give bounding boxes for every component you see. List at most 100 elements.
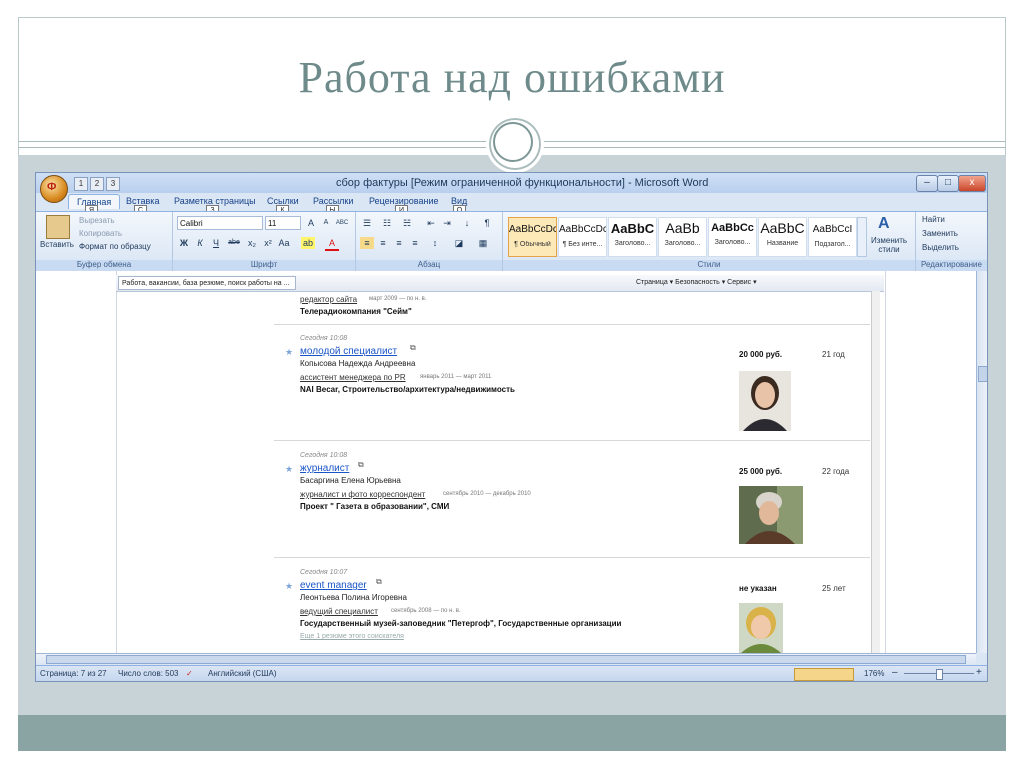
quick-access-redo[interactable]: 3 xyxy=(106,177,120,191)
zoom-level[interactable]: 176% xyxy=(864,669,884,678)
entry-separator xyxy=(274,324,870,325)
entry-dates: сентябрь 2008 — по н. в. xyxy=(391,608,461,614)
zoom-out-button[interactable]: – xyxy=(892,667,898,678)
photo-image xyxy=(739,371,791,431)
style-heading-2[interactable]: AaBb Заголово... xyxy=(658,217,707,257)
align-right-icon[interactable]: ≡ xyxy=(392,237,406,249)
office-keytip: Ф xyxy=(47,181,57,193)
replace-button[interactable]: Заменить xyxy=(922,229,958,238)
italic-icon[interactable]: К xyxy=(193,237,207,249)
external-link-icon[interactable]: ⧉ xyxy=(376,577,382,587)
shrink-font-icon[interactable]: A xyxy=(319,217,333,229)
borders-icon[interactable]: ▦ xyxy=(476,237,490,249)
page-count[interactable]: Страница: 7 из 27 xyxy=(40,669,107,678)
scroll-thumb[interactable] xyxy=(978,366,987,382)
shading-icon[interactable]: ◪ xyxy=(452,237,466,249)
entry-title-link[interactable]: event manager xyxy=(300,580,367,591)
applicant-photo[interactable] xyxy=(739,603,783,653)
style-heading-1[interactable]: AaBbC Заголово... xyxy=(608,217,657,257)
style-subtitle[interactable]: AaBbCcI Подзагол... xyxy=(808,217,857,257)
bold-icon[interactable]: Ж xyxy=(177,237,191,249)
style-title[interactable]: AaBbC Название xyxy=(758,217,807,257)
style-no-spacing[interactable]: AaBbCcDc ¶ Без инте... xyxy=(558,217,607,257)
multilevel-list-icon[interactable]: ☵ xyxy=(400,217,414,229)
grow-font-icon[interactable]: A xyxy=(304,217,318,229)
language-indicator[interactable]: Английский (США) xyxy=(208,669,277,678)
change-styles-button[interactable]: Изменить стили xyxy=(867,236,911,254)
applicant-photo[interactable] xyxy=(739,486,803,544)
style-name: Название xyxy=(766,240,799,247)
increase-indent-icon[interactable]: ⇥ xyxy=(440,217,454,229)
word-count[interactable]: Число слов: 503 xyxy=(118,669,178,678)
resume-entry: Сегодня 10:08 ★ молодой специалист ⧉ Коп… xyxy=(36,335,976,445)
browser-tools[interactable]: Страница ▾ Безопасность ▾ Сервис ▾ xyxy=(636,278,757,286)
star-icon[interactable]: ★ xyxy=(285,464,293,475)
entry-position: ассистент менеджера по PR xyxy=(300,373,406,382)
align-left-icon[interactable]: ≡ xyxy=(360,237,374,249)
maximize-button[interactable]: □ xyxy=(937,175,959,192)
quick-access-undo[interactable]: 2 xyxy=(90,177,104,191)
star-icon[interactable]: ★ xyxy=(285,347,293,358)
subscript-icon[interactable]: x₂ xyxy=(245,237,259,249)
find-button[interactable]: Найти xyxy=(922,215,945,224)
close-button[interactable]: x xyxy=(958,175,986,192)
external-link-icon[interactable]: ⧉ xyxy=(410,343,416,353)
style-preview: AaBbC xyxy=(760,220,805,236)
highlight-icon[interactable]: ab xyxy=(301,237,315,249)
copy-button[interactable]: Копировать xyxy=(79,229,122,238)
applicant-photo[interactable] xyxy=(739,371,791,431)
font-size-box[interactable]: 11 xyxy=(265,216,301,230)
slide-footer-band xyxy=(18,715,1006,751)
external-link-icon[interactable]: ⧉ xyxy=(358,460,364,470)
title-bar: 1 2 3 сбор фактуры [Режим ограниченной ф… xyxy=(36,173,987,193)
underline-icon[interactable]: Ч xyxy=(209,237,223,249)
zoom-in-button[interactable]: + xyxy=(976,667,982,678)
entry-age: 21 год xyxy=(822,350,845,359)
entry-separator xyxy=(274,440,870,441)
group-label-styles: Стили xyxy=(503,260,915,271)
font-color-icon[interactable]: A xyxy=(325,237,339,251)
entry-salary: не указан xyxy=(739,584,777,593)
decrease-indent-icon[interactable]: ⇤ xyxy=(424,217,438,229)
style-normal[interactable]: AaBbCcDc ¶ Обычный xyxy=(508,217,557,257)
star-icon[interactable]: ★ xyxy=(285,581,293,592)
minimize-button[interactable]: – xyxy=(916,175,938,192)
quick-access-save[interactable]: 1 xyxy=(74,177,88,191)
browser-tab[interactable]: Работа, вакансии, база резюме, поиск раб… xyxy=(118,276,296,290)
cut-button[interactable]: Вырезать xyxy=(79,216,115,225)
justify-icon[interactable]: ≡ xyxy=(408,237,422,249)
show-marks-icon[interactable]: ¶ xyxy=(480,217,494,229)
entry-name: Леонтьева Полина Игоревна xyxy=(300,593,407,602)
entry-title-link[interactable]: журналист xyxy=(300,463,349,474)
line-spacing-icon[interactable]: ↕ xyxy=(428,237,442,249)
style-name: Заголово... xyxy=(664,240,701,247)
entry-org: Проект " Газета в образовании", СМИ xyxy=(300,502,450,511)
style-name: ¶ Обычный xyxy=(514,241,551,248)
vertical-scrollbar[interactable] xyxy=(976,271,987,653)
superscript-icon[interactable]: x² xyxy=(261,237,275,249)
zoom-slider-thumb[interactable] xyxy=(936,669,943,680)
style-preview: AaBb xyxy=(665,220,700,236)
styles-scroll[interactable] xyxy=(857,217,867,257)
entry-position: ведущий специалист xyxy=(300,607,378,616)
group-label-editing: Редактирование xyxy=(916,260,987,271)
change-case-icon[interactable]: Aa xyxy=(277,237,291,249)
numbering-icon[interactable]: ☷ xyxy=(380,217,394,229)
style-heading-3[interactable]: AaBbCc Заголово... xyxy=(708,217,757,257)
view-buttons[interactable] xyxy=(794,668,854,681)
more-resumes-link[interactable]: Еще 1 резюме этого соискателя xyxy=(300,633,404,640)
entry-title-link[interactable]: молодой специалист xyxy=(300,346,397,357)
format-painter-button[interactable]: Формат по образцу xyxy=(79,242,151,251)
paste-button[interactable]: Вставить xyxy=(40,240,74,249)
strikethrough-icon[interactable]: abe xyxy=(227,237,241,249)
group-label-font: Шрифт xyxy=(173,260,355,271)
bullets-icon[interactable]: ☰ xyxy=(360,217,374,229)
h-scroll-thumb[interactable] xyxy=(46,655,966,664)
sort-icon[interactable]: ↓ xyxy=(460,217,474,229)
font-name-box[interactable]: Calibri xyxy=(177,216,263,230)
proofing-icon[interactable]: ✓ xyxy=(186,669,193,678)
align-center-icon[interactable]: ≡ xyxy=(376,237,390,249)
clear-format-icon[interactable]: ABC xyxy=(335,217,349,229)
entry-position: журналист и фото корреспондент xyxy=(300,490,426,499)
select-button[interactable]: Выделить xyxy=(922,243,959,252)
